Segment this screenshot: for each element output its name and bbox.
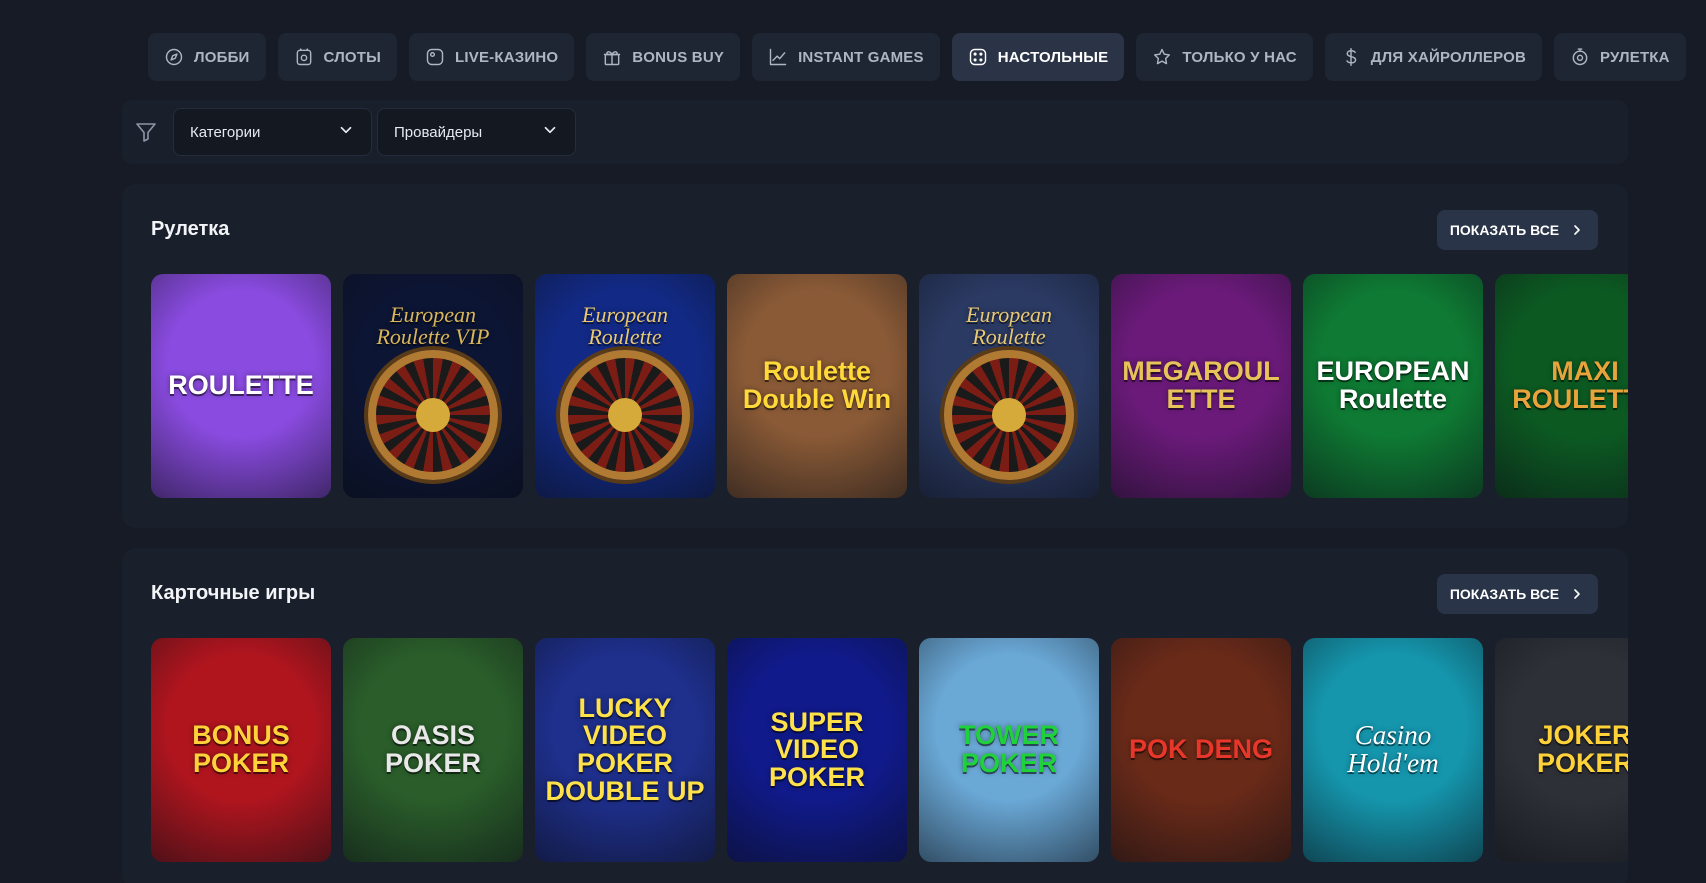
providers-dropdown[interactable]: Провайдеры (377, 108, 576, 156)
game-card[interactable]: Roulette Double Win (727, 274, 907, 498)
game-title: JOKER POKER (1536, 720, 1628, 778)
game-row: ROULETTE European Roulette VIP European Ro… (151, 274, 1628, 498)
game-card[interactable]: European Roulette (535, 274, 715, 498)
nav-tab-label: РУЛЕТКА (1600, 48, 1670, 66)
nav-tab-slots[interactable]: СЛОТЫ (277, 33, 398, 81)
category-nav: ЛОББИ СЛОТЫ LIVE-КАЗИНО BONUS BUY INSTANT GA… (148, 33, 1686, 81)
roulette-icon (1570, 47, 1590, 67)
game-card[interactable]: Casino Hold'em (1303, 638, 1483, 862)
game-title: Casino Hold'em (1347, 720, 1439, 778)
game-title: MAXI ROULETTE (1512, 356, 1628, 414)
filter-bar: Категории Провайдеры (122, 100, 1628, 164)
providers-dropdown-label: Провайдеры (394, 123, 483, 141)
section-title: Карточные игры (151, 582, 316, 604)
chart-up-icon (768, 47, 788, 67)
nav-tab-label: СЛОТЫ (323, 48, 382, 66)
game-title: OASIS POKER (384, 720, 482, 778)
gift-icon (602, 47, 622, 67)
game-card[interactable]: European Roulette (919, 274, 1099, 498)
nav-tab-exclusive[interactable]: ТОЛЬКО У НАС (1136, 33, 1313, 81)
game-card[interactable]: JOKER POKER (1495, 638, 1628, 862)
nav-tab-live[interactable]: LIVE-КАЗИНО (409, 33, 575, 81)
nav-tab-lobby[interactable]: ЛОББИ (148, 33, 266, 81)
game-title: Roulette Double Win (742, 356, 892, 414)
show-all-button[interactable]: ПОКАЗАТЬ ВСЕ (1437, 574, 1598, 614)
game-title: MEGAROULETTE (1122, 356, 1280, 414)
nav-tab-label: BONUS BUY (632, 48, 725, 66)
nav-tab-label: LIVE-КАЗИНО (455, 48, 559, 66)
section-card-games: Карточные игры ПОКАЗАТЬ ВСЕ BONUS POKER O… (122, 548, 1628, 883)
game-card[interactable]: EUROPEAN Roulette (1303, 274, 1483, 498)
roulette-wheel-art (368, 350, 498, 480)
game-title: European Roulette VIP (376, 301, 490, 349)
nav-tab-instant[interactable]: INSTANT GAMES (752, 33, 940, 81)
dollar-icon (1341, 47, 1361, 67)
section-roulette: Рулетка ПОКАЗАТЬ ВСЕ ROULETTE European Ro… (122, 184, 1628, 528)
nav-tab-highroller[interactable]: ДЛЯ ХАЙРОЛЛЕРОВ (1324, 33, 1543, 81)
cherry-icon (294, 47, 314, 67)
game-title: ROULETTE (168, 370, 314, 401)
game-row: BONUS POKER OASIS POKER LUCKY VIDEO POKER … (151, 638, 1628, 862)
game-title: POK DENG (1128, 734, 1274, 765)
game-card[interactable]: POK DENG (1111, 638, 1291, 862)
game-title: LUCKY VIDEO POKER DOUBLE UP (545, 692, 705, 806)
show-all-label: ПОКАЗАТЬ ВСЕ (1449, 586, 1560, 602)
chevron-right-icon (1574, 589, 1580, 599)
section-title: Рулетка (151, 218, 230, 240)
game-title: EUROPEAN Roulette (1316, 356, 1470, 414)
nav-tab-label: INSTANT GAMES (798, 48, 924, 66)
nav-tab-table[interactable]: НАСТОЛЬНЫЕ (951, 33, 1125, 81)
game-card[interactable]: MAXI ROULETTE (1495, 274, 1628, 498)
game-card[interactable]: BONUS POKER (151, 638, 331, 862)
categories-dropdown-label: Категории (190, 123, 261, 141)
game-title: TOWER POKER (959, 720, 1059, 778)
nav-tab-label: НАСТОЛЬНЫЕ (997, 48, 1109, 66)
nav-tab-bonus-buy[interactable]: BONUS BUY (586, 33, 741, 81)
categories-dropdown[interactable]: Категории (173, 108, 372, 156)
chevron-right-icon (1574, 225, 1580, 235)
roulette-wheel-art (560, 350, 690, 480)
star-icon (1152, 47, 1172, 67)
nav-tab-label: ТОЛЬКО У НАС (1182, 48, 1297, 66)
compass-icon (164, 47, 184, 67)
game-card[interactable]: SUPER VIDEO POKER (727, 638, 907, 862)
chevron-down-icon (541, 121, 559, 143)
game-title: European Roulette (582, 301, 668, 349)
nav-tab-roulette[interactable]: РУЛЕТКА (1554, 33, 1686, 81)
game-card[interactable]: European Roulette VIP (343, 274, 523, 498)
show-all-label: ПОКАЗАТЬ ВСЕ (1449, 222, 1560, 238)
live-icon (425, 47, 445, 67)
game-card[interactable]: ROULETTE (151, 274, 331, 498)
game-title: European Roulette (966, 301, 1052, 349)
game-card[interactable]: TOWER POKER (919, 638, 1099, 862)
chevron-down-icon (337, 121, 355, 143)
roulette-wheel-art (944, 350, 1074, 480)
game-title: SUPER VIDEO POKER (768, 706, 866, 792)
dice-icon (968, 47, 988, 67)
game-title: BONUS POKER (192, 720, 290, 778)
filter-icon[interactable] (134, 120, 158, 144)
show-all-button[interactable]: ПОКАЗАТЬ ВСЕ (1437, 210, 1598, 250)
game-card[interactable]: LUCKY VIDEO POKER DOUBLE UP (535, 638, 715, 862)
game-card[interactable]: MEGAROULETTE (1111, 274, 1291, 498)
nav-tab-label: ЛОББИ (194, 48, 250, 66)
nav-tab-label: ДЛЯ ХАЙРОЛЛЕРОВ (1370, 48, 1527, 66)
game-card[interactable]: OASIS POKER (343, 638, 523, 862)
